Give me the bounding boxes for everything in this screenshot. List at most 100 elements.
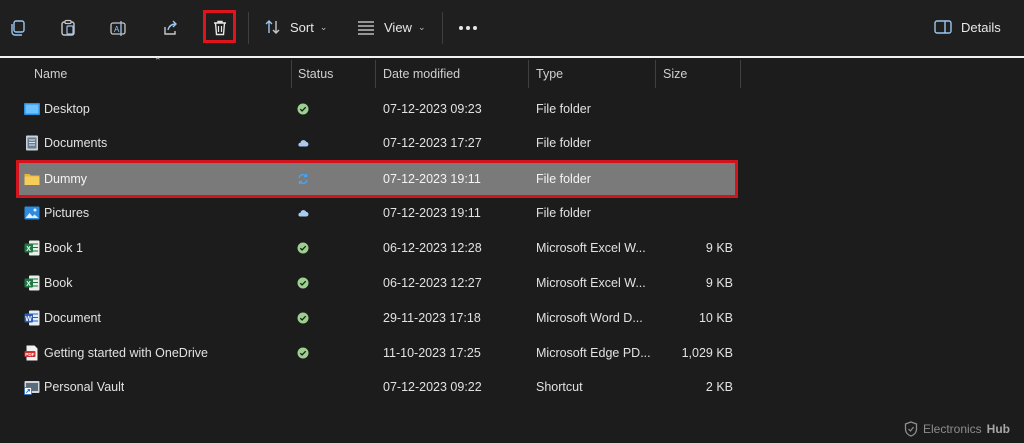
file-name: Personal Vault xyxy=(44,380,125,394)
column-resize-handle[interactable] xyxy=(740,60,741,88)
file-name: Book 1 xyxy=(44,241,83,255)
file-type: Microsoft Excel W... xyxy=(536,276,646,290)
column-resize-handle[interactable] xyxy=(291,60,292,88)
selection-highlight-box xyxy=(16,160,738,198)
details-button[interactable]: Details xyxy=(934,19,1001,35)
file-type: Microsoft Word D... xyxy=(536,311,643,325)
file-row-document[interactable]: W Document 29-11-2023 17:18 Microsoft Wo… xyxy=(16,301,736,335)
view-button[interactable]: View ⌄ xyxy=(357,18,426,36)
toolbar-divider xyxy=(248,12,249,44)
date-modified: 11-10-2023 17:25 xyxy=(383,346,481,360)
file-size: 2 KB xyxy=(705,380,733,394)
file-size: 1,029 KB xyxy=(681,346,733,360)
view-list-icon xyxy=(358,21,374,35)
file-type: File folder xyxy=(536,102,591,116)
file-name: Book xyxy=(44,276,73,290)
watermark-logo: Electronics Hub xyxy=(904,421,1010,437)
column-header-status[interactable]: Status xyxy=(298,58,333,90)
sort-button[interactable]: Sort ⌄ xyxy=(264,18,327,36)
column-header-type[interactable]: Type xyxy=(536,58,563,90)
column-resize-handle[interactable] xyxy=(655,60,656,88)
date-modified: 06-12-2023 12:27 xyxy=(383,276,482,290)
sort-caret-icon: ⌃ xyxy=(154,56,162,66)
column-resize-handle[interactable] xyxy=(528,60,529,88)
copy-button[interactable] xyxy=(0,9,36,47)
cloud-icon xyxy=(298,140,309,147)
shield-logo-icon xyxy=(904,421,918,437)
file-type: Microsoft Edge PD... xyxy=(536,346,651,360)
more-dots-icon xyxy=(459,26,477,30)
synced-check-icon xyxy=(297,242,309,254)
date-modified: 29-11-2023 17:18 xyxy=(383,311,481,325)
paste-button[interactable] xyxy=(50,9,86,47)
column-resize-handle[interactable] xyxy=(375,60,376,88)
excel-file-icon: X xyxy=(24,275,40,291)
toolbar-divider xyxy=(442,12,443,44)
desktop-folder-icon xyxy=(24,103,40,115)
chevron-down-icon: ⌄ xyxy=(417,21,426,32)
file-type: File folder xyxy=(536,136,591,150)
file-name: Document xyxy=(44,311,101,325)
file-row-personal-vault[interactable]: Personal Vault 07-12-2023 09:22 Shortcut… xyxy=(16,370,736,404)
file-type: Microsoft Excel W... xyxy=(536,241,646,255)
delete-highlight-box xyxy=(203,10,236,43)
sort-label: Sort xyxy=(290,19,314,35)
chevron-down-icon: ⌄ xyxy=(319,21,328,32)
file-type: Shortcut xyxy=(536,380,583,394)
date-modified: 07-12-2023 09:22 xyxy=(383,380,482,394)
file-size xyxy=(676,126,733,160)
cloud-icon xyxy=(298,210,309,217)
svg-text:W: W xyxy=(25,316,32,323)
file-size xyxy=(676,196,733,230)
excel-file-icon: X xyxy=(24,240,40,256)
file-name: Pictures xyxy=(44,206,90,220)
paste-icon xyxy=(61,19,75,36)
details-pane-icon xyxy=(934,20,952,34)
svg-text:PDF: PDF xyxy=(25,352,34,357)
svg-text:A: A xyxy=(114,25,120,34)
file-row-book-1[interactable]: X Book 1 06-12-2023 12:28 Microsoft Exce… xyxy=(16,231,736,265)
file-size: 9 KB xyxy=(705,276,733,290)
file-name: Getting started with OneDrive xyxy=(44,346,208,360)
column-header-row: ⌃ Name Status Date modified Type Size xyxy=(0,56,1024,90)
column-header-date-modified[interactable]: Date modified xyxy=(383,58,460,90)
watermark-text-electronics: Electronics xyxy=(922,422,982,436)
view-label: View xyxy=(384,19,412,35)
watermark-text-hub: Hub xyxy=(986,422,1010,436)
shortcut-icon xyxy=(24,381,40,395)
date-modified: 07-12-2023 09:23 xyxy=(383,102,482,116)
date-modified: 07-12-2023 19:11 xyxy=(383,206,481,220)
file-size xyxy=(676,92,733,126)
file-row-getting-started-with-onedrive[interactable]: PDF Getting started with OneDrive 11-10-… xyxy=(16,336,736,370)
copy-icon xyxy=(11,20,25,36)
share-icon xyxy=(164,20,177,35)
file-name: Desktop xyxy=(44,102,90,116)
file-size: 9 KB xyxy=(705,241,733,255)
column-header-name[interactable]: Name xyxy=(34,58,67,90)
file-size: 10 KB xyxy=(698,311,733,325)
command-bar: A Sort ⌄ View ⌄ Details xyxy=(0,0,1024,57)
column-header-size[interactable]: Size xyxy=(663,58,687,90)
pdf-file-icon: PDF xyxy=(24,345,38,361)
rename-icon: A xyxy=(110,21,126,36)
word-file-icon: W xyxy=(24,310,40,326)
file-row-pictures[interactable]: Pictures 07-12-2023 19:11 File folder xyxy=(16,196,736,230)
file-row-documents[interactable]: Documents 07-12-2023 17:27 File folder xyxy=(16,126,736,160)
pictures-folder-icon xyxy=(24,206,40,220)
file-name: Documents xyxy=(44,136,108,150)
share-button[interactable] xyxy=(152,9,188,47)
file-type: File folder xyxy=(536,206,591,220)
rename-button[interactable]: A xyxy=(100,9,136,47)
synced-check-icon xyxy=(297,312,309,324)
svg-text:X: X xyxy=(26,281,31,288)
file-row-desktop[interactable]: Desktop 07-12-2023 09:23 File folder xyxy=(16,92,736,126)
more-options-button[interactable] xyxy=(450,9,486,47)
synced-check-icon xyxy=(297,347,309,359)
date-modified: 06-12-2023 12:28 xyxy=(383,241,482,255)
file-row-book[interactable]: X Book 06-12-2023 12:27 Microsoft Excel … xyxy=(16,266,736,300)
documents-folder-icon xyxy=(26,135,38,151)
svg-text:X: X xyxy=(26,246,31,253)
date-modified: 07-12-2023 17:27 xyxy=(383,136,482,150)
sort-icon xyxy=(265,20,280,34)
details-label: Details xyxy=(961,19,1001,35)
